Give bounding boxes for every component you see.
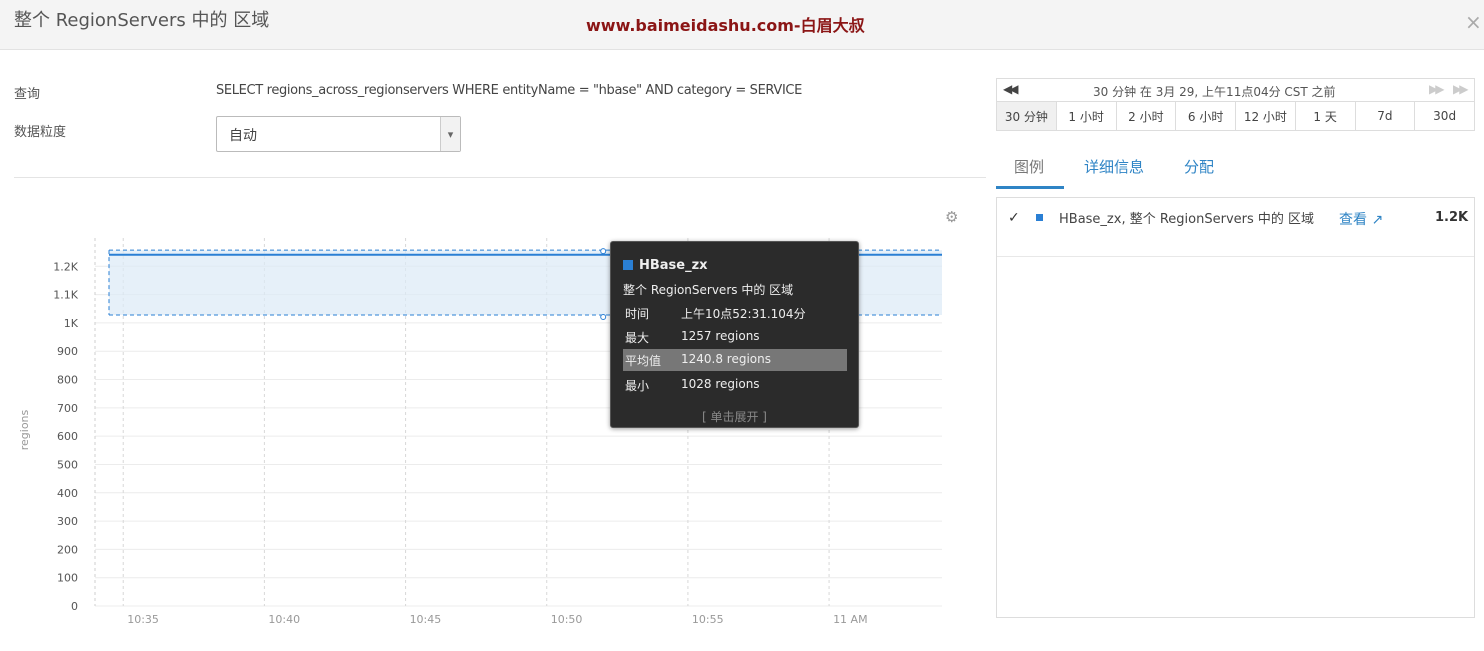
- skip-back-icon[interactable]: ◀◀: [1003, 82, 1019, 96]
- y-tick-label: 400: [57, 487, 78, 500]
- y-tick-label: 600: [57, 430, 78, 443]
- y-tick-label: 500: [57, 458, 78, 471]
- time-range-button-1h[interactable]: 1 小时: [1057, 102, 1117, 130]
- tooltip-value: 1240.8 regions: [681, 352, 772, 366]
- y-tick-label: 700: [57, 402, 78, 415]
- tab-legend[interactable]: 图例: [1014, 156, 1044, 177]
- forward-icon[interactable]: ▶▶: [1429, 82, 1445, 96]
- query-label: 查询: [14, 87, 41, 102]
- view-link-label: 查看: [1339, 212, 1367, 228]
- granularity-value: 自动: [229, 128, 257, 144]
- series-swatch-icon: [623, 260, 633, 270]
- x-tick-label: 10:40: [268, 613, 300, 626]
- gear-icon[interactable]: ⚙: [945, 208, 958, 226]
- time-range-button-1d[interactable]: 1 天: [1296, 102, 1356, 130]
- tab-details[interactable]: 详细信息: [1084, 156, 1144, 177]
- tooltip-row-time: 时间 上午10点52:31.104分: [623, 302, 847, 324]
- side-tabs: 图例 详细信息 分配: [996, 150, 1475, 190]
- y-tick-labels: 0 100 200 300 400 500 600 700 800 900 1K 1.1K 1.2K: [53, 260, 78, 613]
- query-text: SELECT regions_across_regionservers WHER…: [216, 83, 803, 98]
- tooltip-expand-link[interactable]: [ 单击展开 ]: [611, 408, 858, 425]
- y-tick-label: 200: [57, 543, 78, 556]
- x-tick-label: 11 AM: [833, 613, 868, 626]
- skip-forward-icon[interactable]: ▶▶: [1453, 82, 1469, 96]
- time-range-button-30d[interactable]: 30d: [1415, 102, 1474, 130]
- time-range-buttons: 30 分钟 1 小时 2 小时 6 小时 12 小时 1 天 7d 30d: [996, 102, 1475, 131]
- dialog-title: 整个 RegionServers 中的 区域: [14, 10, 270, 31]
- legend-panel: ✓ HBase_zx, 整个 RegionServers 中的 区域 查看 ↗ …: [996, 197, 1475, 618]
- x-tick-label: 10:35: [127, 613, 159, 626]
- time-range-description: 30 分钟 在 3月 29, 上午11点04分 CST 之前: [1093, 85, 1336, 99]
- tooltip-value: 1028 regions: [681, 377, 760, 391]
- divider: [14, 177, 986, 178]
- y-axis-label: regions: [18, 409, 31, 450]
- tooltip-row-avg: 平均值 1240.8 regions: [623, 349, 847, 371]
- time-range-button-30m[interactable]: 30 分钟: [997, 102, 1057, 130]
- granularity-select[interactable]: 自动 ▾: [216, 116, 461, 152]
- y-tick-label: 900: [57, 345, 78, 358]
- hover-max-point: [600, 248, 607, 255]
- tooltip-value: 1257 regions: [681, 329, 760, 343]
- tooltip-series: HBase_zx: [623, 258, 708, 273]
- close-icon[interactable]: ×: [1465, 10, 1482, 34]
- watermark-text: www.baimeidashu.com-白眉大叔: [586, 16, 865, 35]
- chart-tooltip[interactable]: HBase_zx 整个 RegionServers 中的 区域 时间 上午10点…: [610, 241, 859, 428]
- x-tick-label: 10:55: [692, 613, 724, 626]
- y-tick-label: 0: [71, 600, 78, 613]
- tab-distribution[interactable]: 分配: [1184, 156, 1214, 177]
- check-icon[interactable]: ✓: [1008, 210, 1020, 226]
- legend-value: 1.2K: [1435, 210, 1469, 225]
- chevron-down-icon[interactable]: ▾: [440, 117, 460, 151]
- time-range-button-7d[interactable]: 7d: [1356, 102, 1416, 130]
- y-tick-label: 100: [57, 572, 78, 585]
- external-link-icon: ↗: [1371, 212, 1384, 228]
- time-range-button-2h[interactable]: 2 小时: [1117, 102, 1177, 130]
- x-tick-label: 10:45: [410, 613, 442, 626]
- y-tick-label: 1.2K: [53, 260, 78, 273]
- tooltip-key: 最小: [625, 379, 650, 393]
- granularity-label: 数据粒度: [14, 125, 67, 140]
- y-tick-label: 300: [57, 515, 78, 528]
- x-tick-labels: 10:35 10:40 10:45 10:50 10:55 11 AM: [127, 613, 867, 626]
- tooltip-row-min: 最小 1028 regions: [623, 374, 847, 396]
- legend-label: HBase_zx, 整个 RegionServers 中的 区域: [1059, 212, 1315, 227]
- active-tab-indicator: [996, 186, 1064, 189]
- x-tick-label: 10:50: [551, 613, 583, 626]
- tooltip-key: 时间: [625, 307, 650, 321]
- dialog-header: 整个 RegionServers 中的 区域 www.baimeidashu.c…: [0, 0, 1484, 50]
- series-swatch-icon: [1036, 214, 1043, 221]
- tooltip-row-max: 最大 1257 regions: [623, 326, 847, 348]
- y-tick-label: 1K: [64, 317, 79, 330]
- tooltip-key: 最大: [625, 331, 650, 345]
- legend-item[interactable]: ✓ HBase_zx, 整个 RegionServers 中的 区域 查看 ↗ …: [997, 198, 1474, 257]
- tooltip-metric: 整个 RegionServers 中的 区域: [623, 283, 794, 297]
- y-tick-label: 800: [57, 374, 78, 387]
- view-link[interactable]: 查看 ↗: [1339, 209, 1383, 229]
- time-range-button-12h[interactable]: 12 小时: [1236, 102, 1296, 130]
- tooltip-series-name: HBase_zx: [639, 258, 708, 273]
- tooltip-value: 上午10点52:31.104分: [681, 307, 806, 321]
- tooltip-key: 平均值: [625, 354, 662, 368]
- time-range-button-6h[interactable]: 6 小时: [1176, 102, 1236, 130]
- time-range-navigator: ◀◀ 30 分钟 在 3月 29, 上午11点04分 CST 之前 ▶▶ ▶▶: [996, 78, 1475, 102]
- y-tick-label: 1.1K: [53, 289, 78, 302]
- hover-min-point: [600, 313, 607, 320]
